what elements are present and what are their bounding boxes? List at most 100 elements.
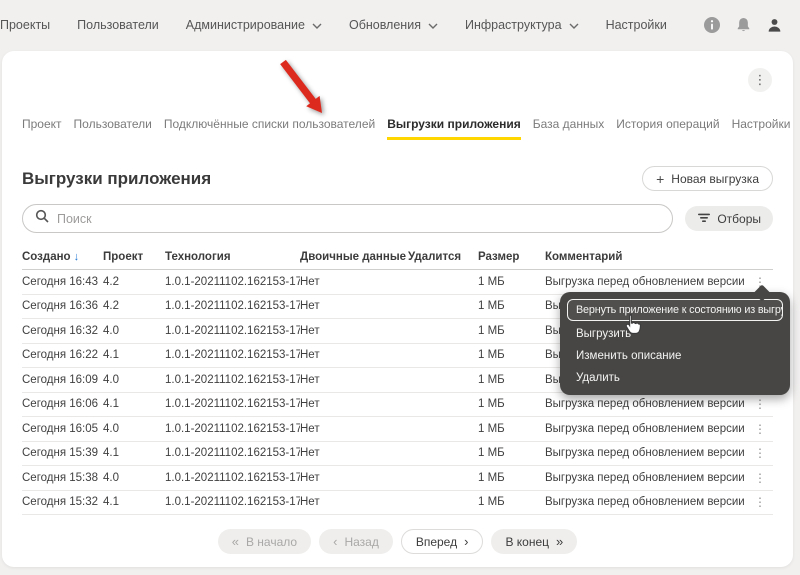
column-header-created[interactable]: Создано ↓: [22, 251, 103, 263]
tab[interactable]: Пользователи: [74, 117, 152, 140]
cell-size: 1 МБ: [478, 300, 505, 313]
cell-technology: 1.0.1-20211102.162153-173: [165, 496, 300, 509]
search-box: [22, 204, 674, 233]
cell-size: 1 МБ: [478, 471, 505, 484]
filters-button-label: Отборы: [717, 211, 761, 226]
cell-binary-data: Нет: [300, 300, 320, 313]
context-menu-item-label: Изменить описание: [576, 350, 682, 362]
cell-created: Сегодня 15:32: [22, 496, 99, 509]
cell-size: 1 МБ: [478, 275, 505, 288]
cell-project: 4.0: [103, 324, 119, 337]
context-menu-item[interactable]: Удалить: [560, 367, 790, 389]
main-menu: Проекты Пользователи Администрирование О…: [0, 18, 667, 32]
cell-created: Сегодня 16:22: [22, 349, 99, 362]
double-chevron-left-icon: «: [231, 534, 239, 549]
nav-item[interactable]: Инфраструктура: [465, 18, 579, 32]
page-title: Выгрузки приложения: [22, 168, 212, 188]
pagination-prev-button[interactable]: ‹ Назад: [319, 529, 393, 554]
context-menu: Вернуть приложение к состоянию из выгруз…: [560, 284, 790, 395]
cell-binary-data: Нет: [300, 496, 320, 509]
search-row: Отборы: [22, 204, 773, 233]
cell-technology: 1.0.1-20211102.162153-173: [165, 275, 300, 288]
user-profile-icon[interactable]: [764, 15, 784, 35]
cell-comment: Выгрузка перед обновлением версии проект…: [545, 447, 747, 460]
cell-binary-data: Нет: [300, 447, 320, 460]
cell-project: 4.1: [103, 349, 119, 362]
tab[interactable]: История операций: [616, 117, 719, 140]
tab-label: Пользователи: [73, 117, 152, 131]
row-actions-button[interactable]: ⋮: [747, 495, 773, 509]
notifications-bell-icon[interactable]: [733, 15, 753, 35]
filters-button[interactable]: Отборы: [685, 206, 773, 231]
cell-size: 1 МБ: [478, 349, 505, 362]
context-menu-item-label: Вернуть приложение к состоянию из выгруз…: [576, 304, 783, 316]
search-input[interactable]: [57, 211, 661, 226]
chevron-right-icon: ›: [464, 534, 469, 549]
tab[interactable]: База данных: [533, 117, 604, 140]
context-menu-item[interactable]: Изменить описание: [560, 345, 790, 367]
pagination-last-button[interactable]: В конец »: [491, 529, 578, 554]
cell-project: 4.1: [103, 447, 119, 460]
row-actions-button[interactable]: ⋮: [747, 471, 773, 485]
context-menu-items: Вернуть приложение к состоянию из выгруз…: [560, 299, 790, 389]
cell-technology: 1.0.1-20211102.162153-173: [165, 300, 300, 313]
info-icon[interactable]: [702, 15, 722, 35]
title-row: Выгрузки приложения + Новая выгрузка: [22, 166, 773, 191]
row-actions-button[interactable]: ⋮: [747, 446, 773, 460]
context-menu-item[interactable]: Вернуть приложение к состоянию из выгруз…: [567, 299, 783, 321]
chevron-left-icon: ‹: [333, 534, 338, 549]
column-header-project: Проект: [103, 250, 144, 263]
tab[interactable]: Настройки: [732, 117, 791, 140]
column-header-binary-data: Двоичные данные: [300, 250, 407, 263]
column-header-comment: Комментарий: [545, 250, 623, 263]
cell-project: 4.0: [103, 373, 119, 386]
column-header-size: Размер: [478, 250, 520, 263]
nav-item[interactable]: Администрирование: [186, 18, 322, 32]
double-chevron-right-icon: »: [556, 534, 564, 549]
cell-created: Сегодня 16:06: [22, 398, 99, 411]
table-row: Сегодня 15:39 4.1 1.0.1-20211102.162153-…: [22, 442, 773, 466]
row-actions-button[interactable]: ⋮: [747, 397, 773, 411]
pagination-first-button[interactable]: « В начало: [217, 529, 312, 554]
context-menu-item[interactable]: Выгрузить: [560, 323, 790, 345]
cell-binary-data: Нет: [300, 398, 320, 411]
cell-binary-data: Нет: [300, 422, 320, 435]
cell-binary-data: Нет: [300, 373, 320, 386]
cell-technology: 1.0.1-20211102.162153-173: [165, 373, 300, 386]
cell-project: 4.1: [103, 398, 119, 411]
new-upload-button[interactable]: + Новая выгрузка: [642, 166, 773, 191]
cell-comment: Выгрузка перед обновлением версии проект…: [545, 471, 747, 484]
kebab-icon: ⋮: [754, 397, 766, 412]
tab[interactable]: Проект: [22, 117, 62, 140]
cell-technology: 1.0.1-20211102.162153-173: [165, 324, 300, 337]
sort-desc-icon: ↓: [73, 250, 80, 263]
nav-item[interactable]: Пользователи: [77, 18, 159, 32]
tab-label: Подключённые списки пользователей: [163, 117, 376, 131]
cell-project: 4.0: [103, 471, 119, 484]
tab-label: База данных: [532, 117, 605, 131]
card-more-actions-button[interactable]: ⋮: [748, 68, 772, 92]
nav-item[interactable]: Проекты: [0, 18, 50, 32]
tab-bar: Проект Пользователи Подключённые списки …: [22, 117, 790, 140]
cell-comment: Выгрузка перед обновлением версии проект…: [545, 275, 747, 288]
cell-size: 1 МБ: [478, 496, 505, 509]
tab-label: История операций: [616, 117, 720, 131]
cell-created: Сегодня 16:43: [22, 275, 99, 288]
pagination: « В начало ‹ Назад Вперед › В конец »: [22, 529, 773, 554]
cell-created: Сегодня 15:39: [22, 447, 99, 460]
nav-item[interactable]: Настройки: [606, 18, 667, 32]
cell-created: Сегодня 16:36: [22, 300, 99, 313]
tab[interactable]: Подключённые списки пользователей: [164, 117, 375, 140]
cell-size: 1 МБ: [478, 373, 505, 386]
nav-item-label: Настройки: [605, 18, 667, 32]
context-menu-item-label: Удалить: [576, 372, 620, 384]
nav-item[interactable]: Обновления: [349, 18, 438, 32]
cell-size: 1 МБ: [478, 422, 505, 435]
tab[interactable]: Выгрузки приложения: [387, 117, 521, 140]
table-row: Сегодня 15:38 4.0 1.0.1-20211102.162153-…: [22, 466, 773, 491]
row-actions-button[interactable]: ⋮: [747, 422, 773, 436]
kebab-icon: ⋮: [754, 446, 766, 461]
cell-project: 4.1: [103, 496, 119, 509]
cell-binary-data: Нет: [300, 324, 320, 337]
pagination-next-button[interactable]: Вперед ›: [400, 529, 484, 554]
